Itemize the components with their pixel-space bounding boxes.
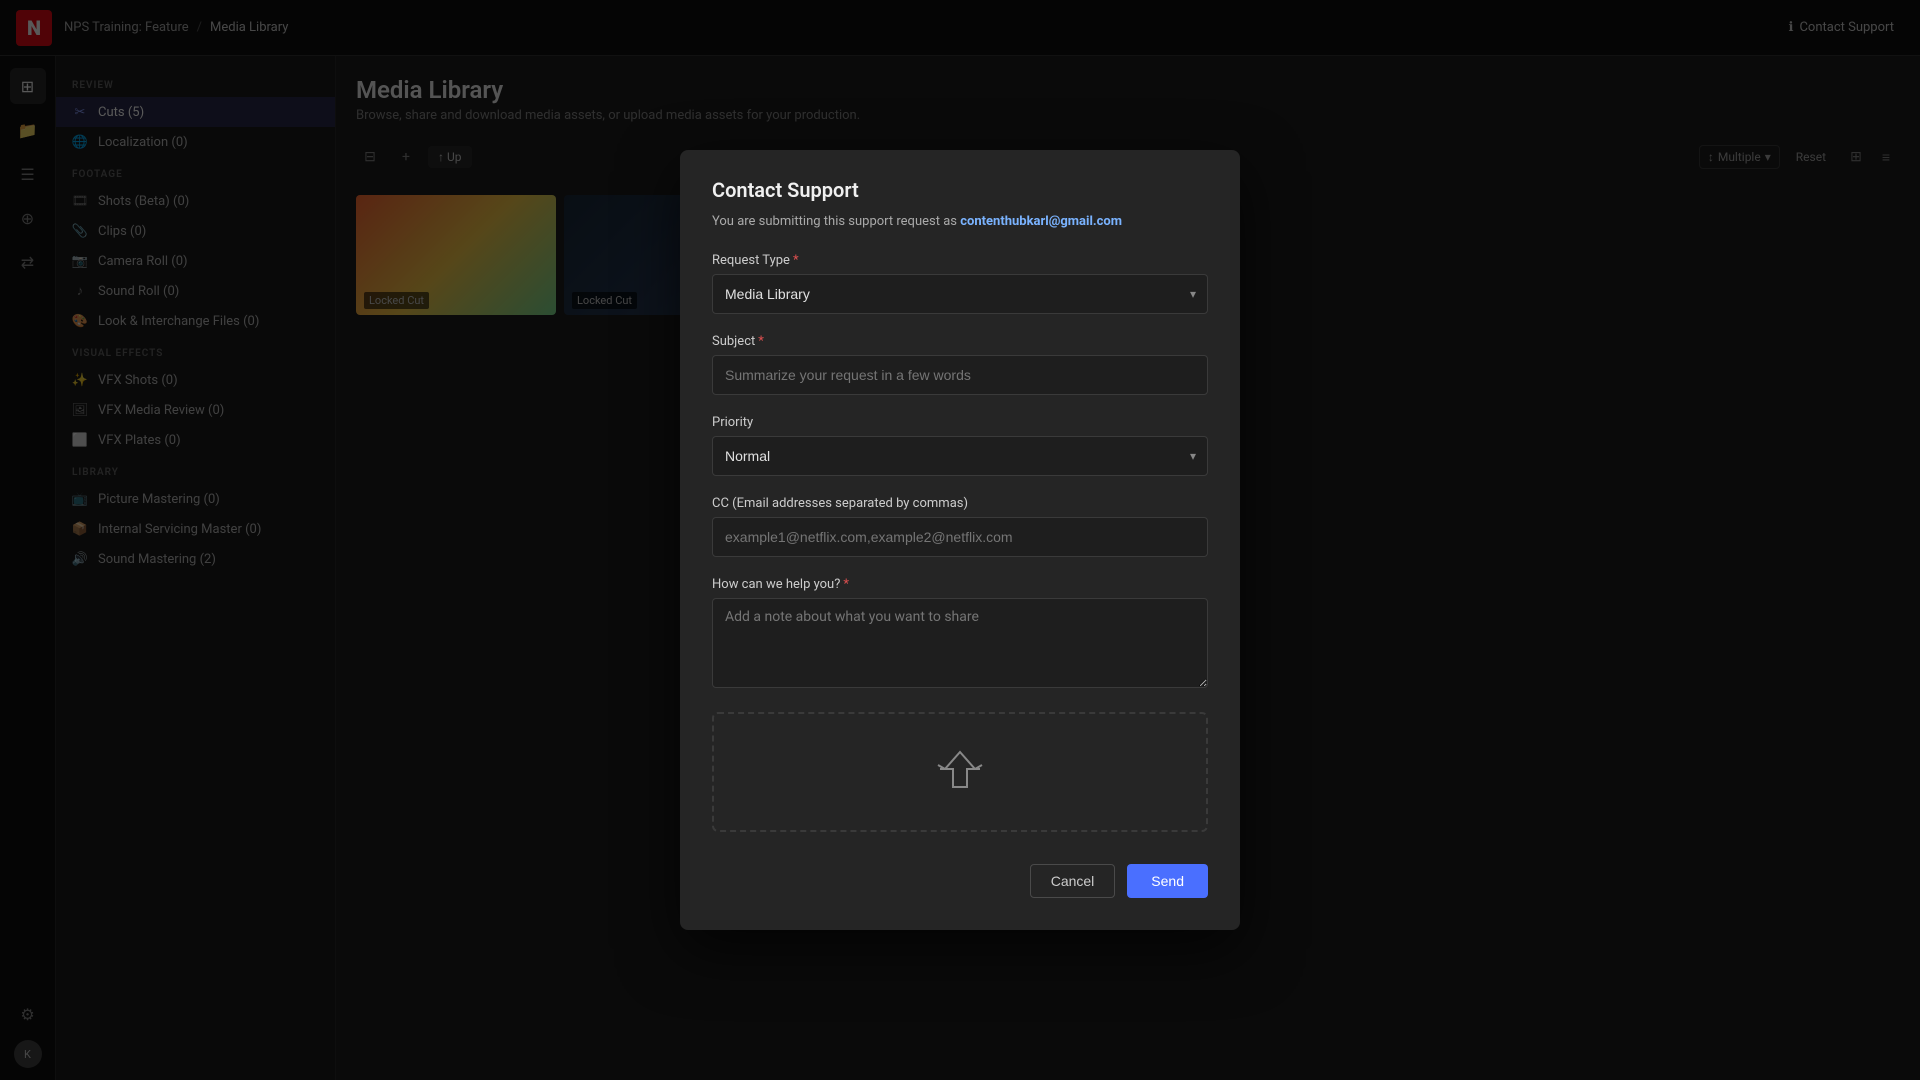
subject-required: * <box>758 334 764 349</box>
cc-input[interactable] <box>712 517 1208 557</box>
modal-footer: Cancel Send <box>712 856 1208 898</box>
cancel-button[interactable]: Cancel <box>1030 864 1116 898</box>
modal-overlay: Contact Support You are submitting this … <box>0 0 1920 1080</box>
modal-subtitle: You are submitting this support request … <box>712 214 1208 229</box>
priority-select-wrapper: Low Normal High Urgent ▾ <box>712 436 1208 476</box>
request-type-required: * <box>793 253 799 268</box>
modal-email: contenthubkarl@gmail.com <box>960 214 1122 229</box>
subject-group: Subject * <box>712 334 1208 395</box>
request-type-select[interactable]: Media Library General Technical Issue Bi… <box>712 274 1208 314</box>
upload-area[interactable] <box>712 712 1208 832</box>
send-button[interactable]: Send <box>1127 864 1208 898</box>
help-required: * <box>843 577 849 592</box>
subject-input[interactable] <box>712 355 1208 395</box>
request-type-select-wrapper: Media Library General Technical Issue Bi… <box>712 274 1208 314</box>
modal-title: Contact Support <box>712 178 1208 202</box>
request-type-group: Request Type * Media Library General Tec… <box>712 253 1208 314</box>
modal-subtitle-text: You are submitting this support request … <box>712 214 957 229</box>
help-label: How can we help you? * <box>712 577 1208 592</box>
help-textarea[interactable] <box>712 598 1208 688</box>
priority-select[interactable]: Low Normal High Urgent <box>712 436 1208 476</box>
priority-label: Priority <box>712 415 1208 430</box>
cc-group: CC (Email addresses separated by commas) <box>712 496 1208 557</box>
subject-label: Subject * <box>712 334 1208 349</box>
contact-support-modal: Contact Support You are submitting this … <box>680 150 1240 930</box>
request-type-label: Request Type * <box>712 253 1208 268</box>
help-group: How can we help you? * <box>712 577 1208 692</box>
cc-label: CC (Email addresses separated by commas) <box>712 496 1208 511</box>
upload-drop-icon <box>930 747 990 797</box>
priority-group: Priority Low Normal High Urgent ▾ <box>712 415 1208 476</box>
